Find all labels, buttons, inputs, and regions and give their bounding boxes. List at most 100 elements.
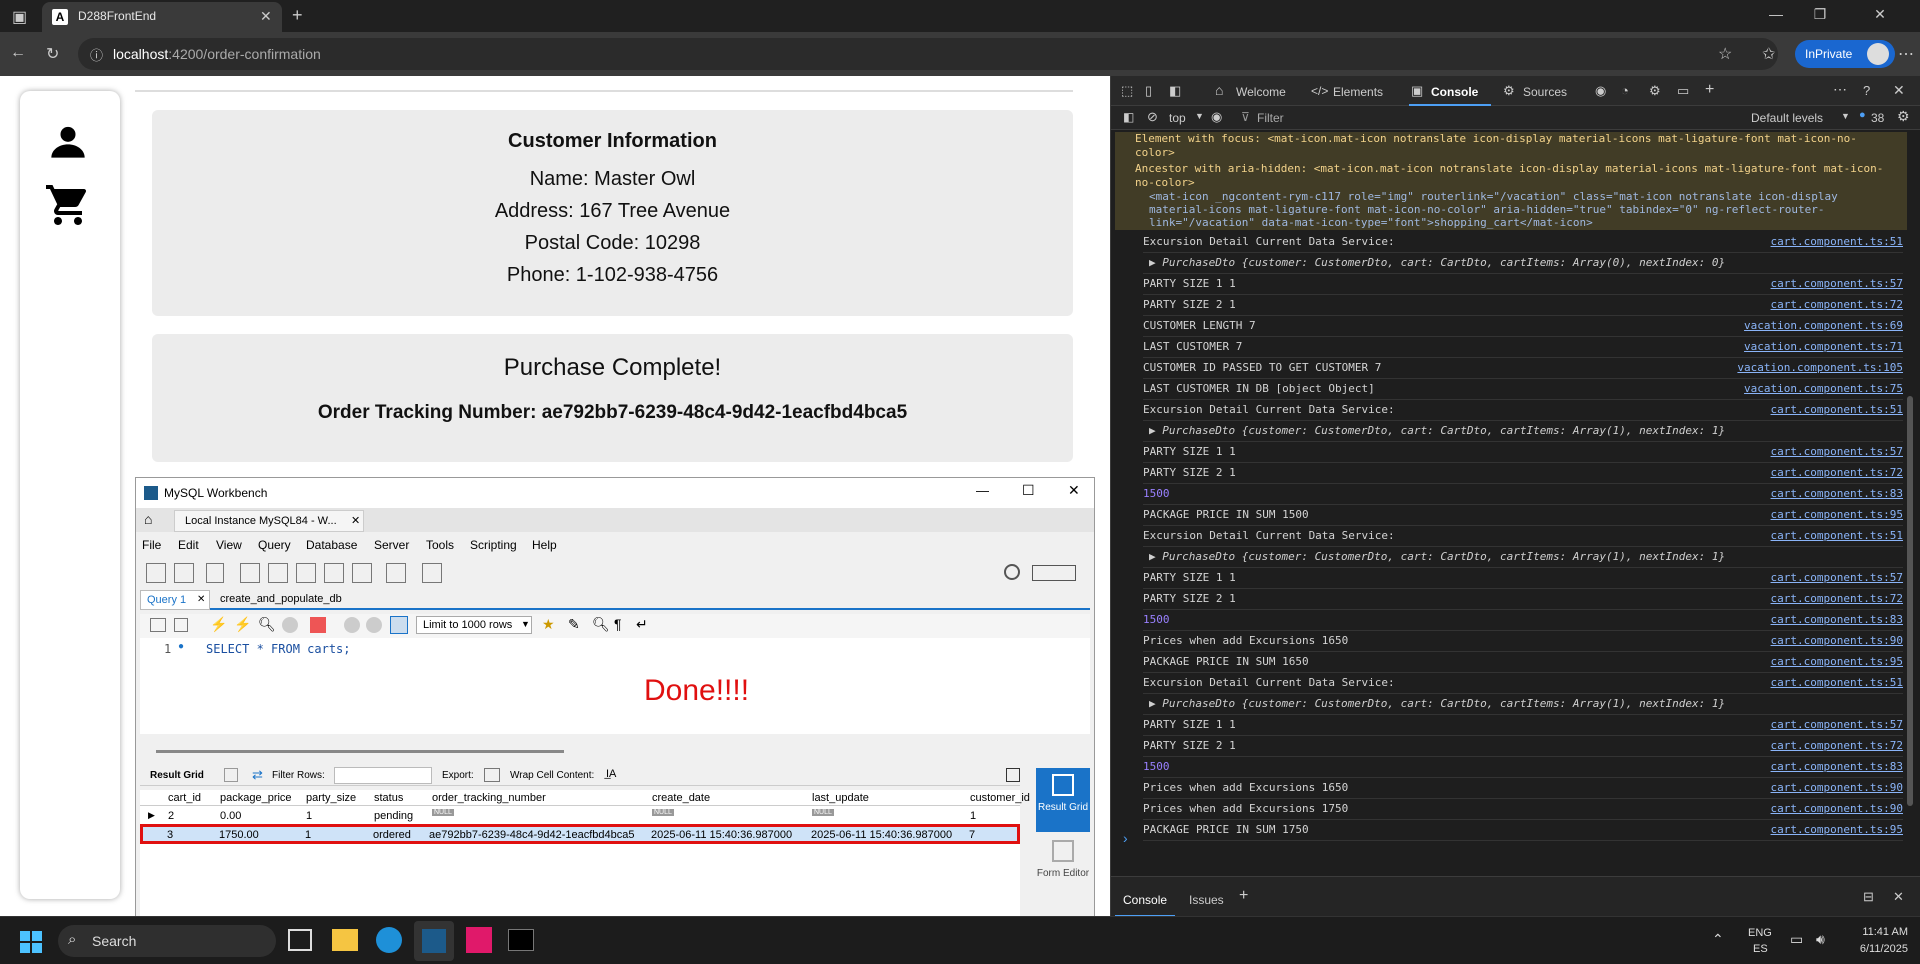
grid-icon[interactable] <box>224 768 238 782</box>
volume-icon[interactable]: 🔊︎ <box>1816 931 1825 948</box>
beautify-icon[interactable]: ✎ <box>568 616 580 633</box>
inspector-icon[interactable] <box>206 563 224 583</box>
cell-customer-id[interactable]: 7 <box>969 829 975 841</box>
console-source-link[interactable]: cart.component.ts:95 <box>1771 823 1903 836</box>
tab-actions-icon[interactable]: ▣ <box>12 7 27 27</box>
clock-date[interactable]: 6/11/2025 <box>1840 943 1908 955</box>
create-schema-icon[interactable] <box>240 563 260 583</box>
shopping-cart-icon[interactable] <box>44 181 92 229</box>
console-source-link[interactable]: vacation.component.ts:105 <box>1737 361 1903 374</box>
cell-party-size[interactable]: 1 <box>306 810 312 822</box>
menu-file[interactable]: File <box>142 538 161 552</box>
issues-count[interactable]: 38 <box>1871 111 1884 125</box>
cell-create-date[interactable]: 2025-06-11 15:40:36.987000 <box>651 829 792 841</box>
stop-icon[interactable] <box>282 617 298 633</box>
person-icon[interactable] <box>48 121 88 161</box>
col-order-tracking-number[interactable]: order_tracking_number <box>432 792 546 804</box>
device-emulation-icon[interactable]: ▯ <box>1145 83 1152 99</box>
tab-welcome[interactable]: Welcome <box>1236 85 1286 99</box>
close-drawer-icon[interactable]: ✕ <box>1893 889 1904 905</box>
col-cart-id[interactable]: cart_id <box>168 792 201 804</box>
menu-edit[interactable]: Edit <box>178 538 199 552</box>
favorite-star-icon[interactable]: ☆ <box>1718 44 1732 64</box>
cell-null-badge[interactable]: NULL <box>432 809 454 816</box>
console-source-link[interactable]: cart.component.ts:72 <box>1771 298 1903 311</box>
commit-icon[interactable] <box>344 617 360 633</box>
new-tab-icon[interactable]: + <box>292 5 303 26</box>
refresh-results-icon[interactable]: ⇄ <box>252 767 263 783</box>
console-scrollbar[interactable] <box>1905 136 1915 806</box>
create-procedure-icon[interactable] <box>324 563 344 583</box>
dock-drawer-icon[interactable]: ⊟ <box>1863 889 1874 905</box>
console-source-link[interactable]: cart.component.ts:51 <box>1771 676 1903 689</box>
url-field[interactable]: ⓘ localhost:4200/order-confirmation ☆ <box>78 38 1778 70</box>
cell-last-update[interactable]: 2025-06-11 15:40:36.987000 <box>811 829 952 841</box>
cell-status[interactable]: pending <box>374 810 413 822</box>
col-status[interactable]: status <box>374 792 403 804</box>
console-filter-input[interactable]: ⊽ Filter <box>1237 108 1717 128</box>
cell-party-size[interactable]: 1 <box>305 829 311 841</box>
open-sql-icon[interactable] <box>174 563 194 583</box>
menu-database[interactable]: Database <box>306 538 357 552</box>
filter-rows-input[interactable] <box>334 767 432 784</box>
col-customer-id[interactable]: customer_id <box>970 792 1030 804</box>
col-create-date[interactable]: create_date <box>652 792 710 804</box>
tab-sources[interactable]: Sources <box>1523 85 1567 99</box>
wb-close-icon[interactable]: ✕ <box>1068 482 1080 499</box>
open-file-icon[interactable] <box>150 618 166 632</box>
console-source-link[interactable]: cart.component.ts:51 <box>1771 529 1903 542</box>
console-source-link[interactable]: cart.component.ts:51 <box>1771 403 1903 416</box>
lang-secondary[interactable]: ES <box>1753 943 1768 955</box>
query-tab-close-icon[interactable]: ✕ <box>197 594 205 605</box>
log-levels-select[interactable]: Default levels <box>1751 111 1823 125</box>
toggle-error-icon[interactable] <box>310 617 326 633</box>
limit-rows-select[interactable]: Limit to 1000 rows ▼ <box>416 616 532 634</box>
scrollbar-thumb[interactable] <box>1907 396 1913 806</box>
query-tab[interactable]: Query 1 ✕ <box>140 590 210 610</box>
minimize-icon[interactable]: — <box>1756 6 1796 22</box>
console-source-link[interactable]: cart.component.ts:95 <box>1771 508 1903 521</box>
tab-console[interactable]: ▣ Console <box>1409 76 1491 106</box>
menu-server[interactable]: Server <box>374 538 409 552</box>
console-source-link[interactable]: cart.component.ts:83 <box>1771 613 1903 626</box>
col-last-update[interactable]: last_update <box>812 792 869 804</box>
instance-tab[interactable]: Local Instance MySQL84 - W... ✕ <box>174 510 364 532</box>
more-tools-icon[interactable]: + <box>1705 81 1714 99</box>
show-hidden-icons-icon[interactable]: ⌃ <box>1712 931 1724 948</box>
wrap-cell-icon[interactable]: I̲A <box>606 768 616 780</box>
menu-tools[interactable]: Tools <box>426 538 454 552</box>
menu-view[interactable]: View <box>216 538 242 552</box>
cell-customer-id[interactable]: 1 <box>970 810 976 822</box>
console-source-link[interactable]: cart.component.ts:57 <box>1771 445 1903 458</box>
cell-null-badge[interactable]: NULL <box>812 809 834 816</box>
site-info-icon[interactable]: ⓘ <box>90 45 103 64</box>
close-window-icon[interactable]: ✕ <box>1860 6 1900 23</box>
menu-scripting[interactable]: Scripting <box>470 538 517 552</box>
back-icon[interactable]: ← <box>10 44 26 62</box>
cell-package-price[interactable]: 0.00 <box>220 810 241 822</box>
wb-maximize-icon[interactable]: ☐ <box>1022 482 1035 499</box>
drawer-tab-issues[interactable]: Issues <box>1189 893 1224 907</box>
edge-icon[interactable] <box>376 927 402 953</box>
menu-query[interactable]: Query <box>258 538 291 552</box>
explain-icon[interactable]: 🔍︎ <box>258 616 276 633</box>
context-select[interactable]: top <box>1169 111 1186 125</box>
clear-console-icon[interactable]: ⊘ <box>1147 109 1158 125</box>
create-function-icon[interactable] <box>352 563 372 583</box>
terminal-icon[interactable] <box>508 929 534 951</box>
cell-order-tracking-number[interactable]: ae792bb7-6239-48c4-9d42-1eacfbd4bca5 <box>429 829 635 841</box>
rollback-icon[interactable] <box>366 617 382 633</box>
add-drawer-tab-icon[interactable]: + <box>1239 887 1248 905</box>
network-status-icon[interactable]: ▭ <box>1790 931 1803 948</box>
intellij-icon[interactable] <box>466 927 492 953</box>
console-source-link[interactable]: cart.component.ts:51 <box>1771 235 1903 248</box>
customize-icon[interactable]: ⋯ <box>1833 81 1847 98</box>
inprivate-badge[interactable]: InPrivate <box>1795 40 1895 68</box>
create-table-icon[interactable] <box>268 563 288 583</box>
save-icon[interactable] <box>174 618 188 632</box>
application-icon[interactable]: ▭ <box>1677 83 1689 99</box>
cell-null-badge[interactable]: NULL <box>652 809 674 816</box>
console-source-link[interactable]: cart.component.ts:83 <box>1771 760 1903 773</box>
console-source-link[interactable]: cart.component.ts:83 <box>1771 487 1903 500</box>
help-icon[interactable]: ? <box>1863 83 1870 98</box>
